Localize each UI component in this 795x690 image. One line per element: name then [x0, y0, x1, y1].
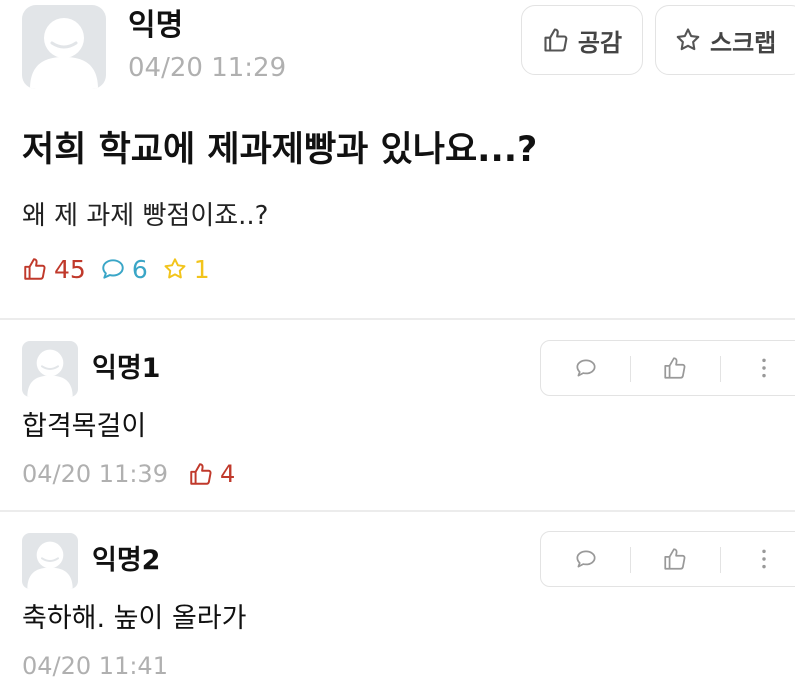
comment-count: 6: [100, 255, 148, 284]
more-button[interactable]: [719, 532, 795, 586]
avatar: [22, 533, 78, 589]
speech-bubble-icon: [576, 359, 596, 377]
reply-button[interactable]: [541, 532, 630, 586]
comment-text: 합격목걸이: [22, 411, 147, 442]
avatar-icon: [30, 18, 98, 89]
like-count-value: 45: [54, 254, 86, 284]
star-icon: [164, 258, 186, 279]
avatar-icon: [27, 541, 73, 589]
speech-bubble-icon: [102, 259, 124, 279]
divider: [0, 510, 795, 512]
avatar: [22, 341, 78, 397]
star-icon: [676, 28, 700, 51]
comment-timestamp: 04/20 11:41: [22, 652, 168, 680]
comment-author: 익명2: [92, 545, 161, 576]
like-count: 45: [22, 255, 86, 284]
avatar-icon: [27, 349, 73, 397]
comment-like-count: 4: [188, 458, 235, 490]
thumbs-up-icon: [664, 357, 686, 379]
post-stats: 45 6 1: [22, 252, 210, 286]
post-title: 저희 학교에 제과제빵과 있나요...?: [22, 130, 538, 170]
avatar: [22, 5, 106, 89]
comment-count-value: 6: [131, 254, 148, 284]
comment-like-button[interactable]: [630, 341, 719, 395]
comment-actions: [540, 340, 795, 396]
comment-like-button[interactable]: [630, 532, 719, 586]
thumbs-up-icon: [24, 258, 46, 280]
divider: [0, 318, 795, 320]
like-button-label: 공감: [577, 28, 623, 57]
post-timestamp: 04/20 11:29: [128, 53, 287, 83]
scrap-button[interactable]: 스크랩: [655, 5, 795, 75]
comment-like-count-value: 4: [219, 460, 236, 488]
comment-author: 익명1: [92, 353, 161, 384]
more-button[interactable]: [719, 341, 795, 395]
post-body: 왜 제 과제 빵점이죠..?: [22, 201, 269, 231]
thumbs-up-icon: [664, 548, 686, 570]
more-vertical-icon: [762, 549, 767, 569]
comment-text: 축하해. 높이 올라가: [22, 603, 247, 634]
speech-bubble-icon: [576, 550, 596, 568]
more-vertical-icon: [762, 358, 767, 378]
post-author: 익명: [128, 8, 184, 43]
thumbs-up-icon: [190, 463, 212, 485]
comment-actions: [540, 531, 795, 587]
scrap-count: 1: [162, 255, 210, 284]
comment-meta: 04/20 11:41: [22, 650, 168, 682]
reply-button[interactable]: [541, 341, 630, 395]
thumbs-up-icon: [544, 28, 568, 52]
scrap-count-value: 1: [193, 254, 210, 284]
like-button[interactable]: 공감: [521, 5, 643, 75]
comment-meta: 04/20 11:39 4: [22, 458, 235, 490]
comment-timestamp: 04/20 11:39: [22, 460, 168, 488]
scrap-button-label: 스크랩: [710, 28, 777, 57]
